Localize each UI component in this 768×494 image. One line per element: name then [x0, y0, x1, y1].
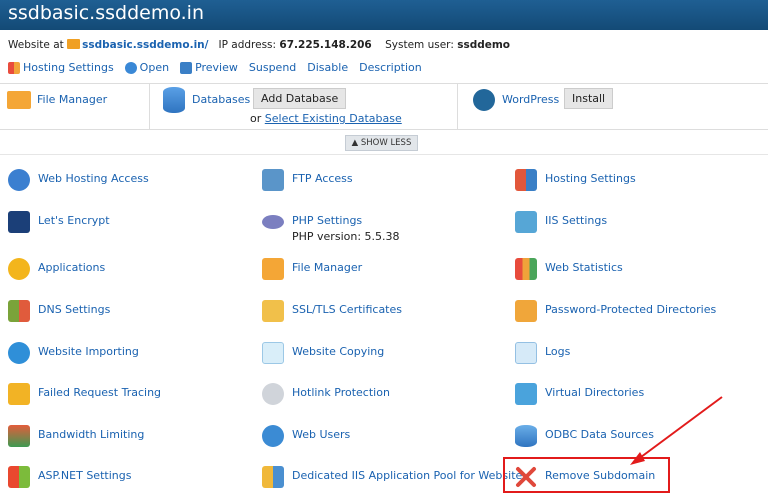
annotation-arrow [630, 396, 723, 465]
